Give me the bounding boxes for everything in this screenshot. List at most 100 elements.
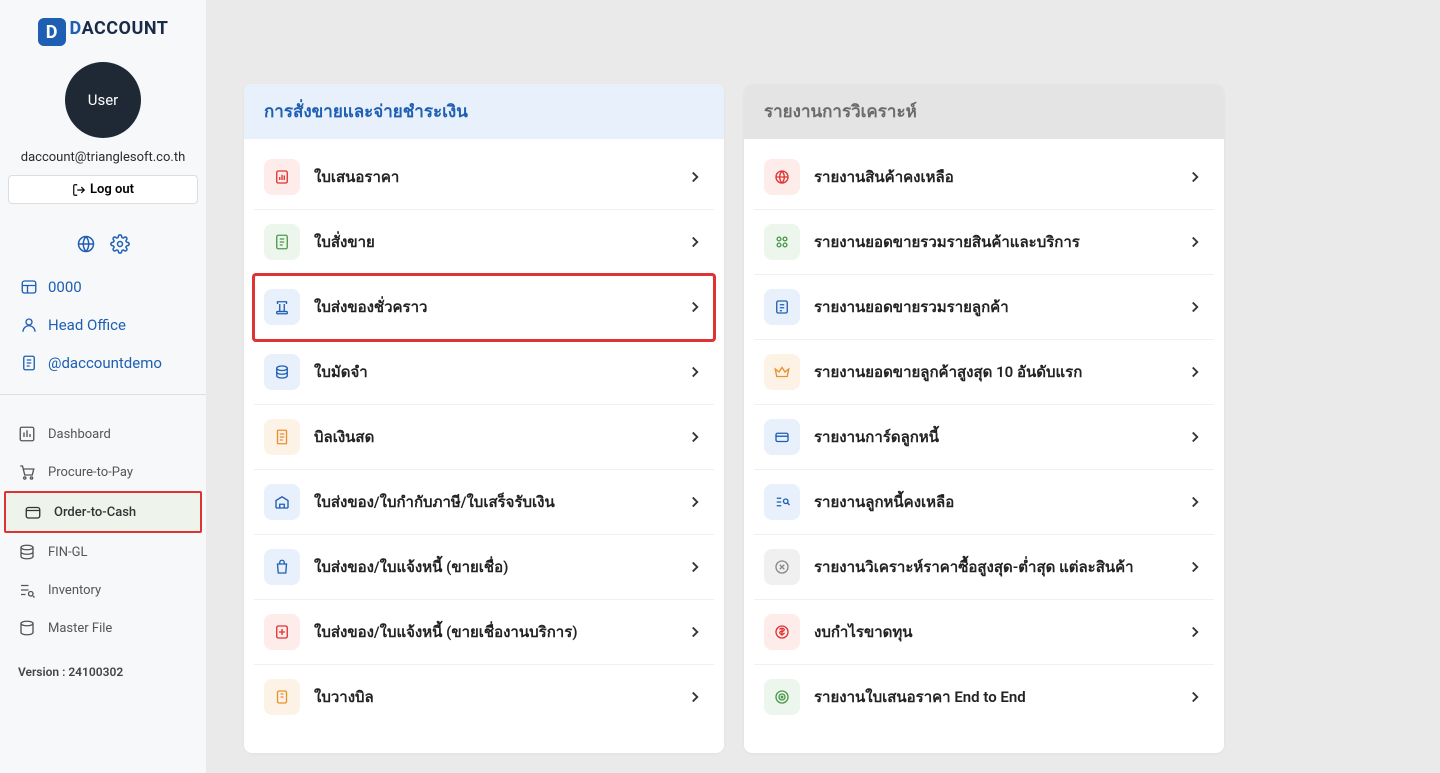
chevron-right-icon [686,493,704,511]
chart-icon [18,425,36,443]
card-label: รายงานยอดขายลูกค้าสูงสุด 10 อันดับแรก [814,360,1186,384]
card-delivery-invoice-service[interactable]: ใบส่งของ/ใบแจ้งหนี้ (ขายเชื่องานบริการ) [254,600,714,665]
card-label: รายงานการ์ดลูกหนี้ [814,425,1186,449]
chevron-right-icon [1186,428,1204,446]
card-label: รายงานวิเคราะห์ราคาซื้อสูงสุด-ต่ำสุด แต่… [814,555,1186,579]
card-price-analysis[interactable]: รายงานวิเคราะห์ราคาซื้อสูงสุด-ต่ำสุด แต่… [754,535,1214,600]
chevron-right-icon [1186,363,1204,381]
card-label: ใบส่งของ/ใบแจ้งหนี้ (ขายเชื่อ) [314,555,686,579]
user-email: daccount@trianglesoft.co.th [21,150,186,165]
card-quotation[interactable]: ใบเสนอราคา [254,145,714,210]
card-label: รายงานลูกหนี้คงเหลือ [814,490,1186,514]
crown-icon [764,354,800,390]
panel-reports-list: รายงานสินค้าคงเหลือ รายงานยอดขายรวมรายสิ… [744,139,1224,739]
card-temp-delivery[interactable]: ใบส่งของชั่วคราว [254,275,714,340]
chevron-right-icon [686,688,704,706]
chevron-right-icon [686,623,704,641]
globe-icon[interactable] [76,234,96,254]
chevron-right-icon [686,363,704,381]
logout-button[interactable]: Log out [8,175,198,204]
nav-order-to-cash[interactable]: Order-to-Cash [4,491,202,533]
cart-icon [18,463,36,481]
bag-icon [264,549,300,585]
chevron-right-icon [1186,688,1204,706]
card-label: รายงานยอดขายรวมรายสินค้าและบริการ [814,230,1186,254]
logo: D DACCOUNT [0,0,206,56]
chevron-right-icon [1186,493,1204,511]
nav-p2p-label: Procure-to-Pay [48,465,133,480]
card-label: ใบส่งของ/ใบแจ้งหนี้ (ขายเชื่องานบริการ) [314,620,686,644]
card-debtor-balance[interactable]: รายงานลูกหนี้คงเหลือ [754,470,1214,535]
nav-fingl-label: FIN-GL [48,545,87,560]
card-quotation-end-to-end[interactable]: รายงานใบเสนอราคา End to End [754,665,1214,729]
card-top10-customers[interactable]: รายงานยอดขายลูกค้าสูงสุด 10 อันดับแรก [754,340,1214,405]
card-sales-by-customer[interactable]: รายงานยอดขายรวมรายลูกค้า [754,275,1214,340]
chevron-right-icon [686,428,704,446]
wallet-icon [24,503,42,521]
nav-o2c-label: Order-to-Cash [54,505,136,520]
card-debtor-card[interactable]: รายงานการ์ดลูกหนี้ [754,405,1214,470]
card-cash-bill[interactable]: บิลเงินสด [254,405,714,470]
version-text: Version : 24100302 [0,647,206,697]
cash-bill-icon [264,419,300,455]
chevron-right-icon [1186,558,1204,576]
nav-master-file[interactable]: Master File [0,609,206,647]
nav-fin-gl[interactable]: FIN-GL [0,533,206,571]
meta-handle-label: @daccountdemo [48,354,162,372]
card-label: งบกำไรขาดทุน [814,620,1186,644]
chevron-right-icon [686,298,704,316]
card-profit-loss[interactable]: งบกำไรขาดทุน [754,600,1214,665]
nav-procure-to-pay[interactable]: Procure-to-Pay [0,453,206,491]
card-sales-by-product[interactable]: รายงานยอดขายรวมรายสินค้าและบริการ [754,210,1214,275]
card-label: ใบส่งของ/ใบกำกับภาษี/ใบเสร็จรับเงิน [314,490,686,514]
main-content: การสั่งขายและจ่ายชำระเงิน ใบเสนอราคา ใบส… [206,0,1440,773]
gear-icon[interactable] [110,234,130,254]
nav-dashboard[interactable]: Dashboard [0,415,206,453]
chevron-right-icon [686,558,704,576]
chevron-right-icon [1186,298,1204,316]
note-icon [764,289,800,325]
database-icon [18,619,36,637]
billing-icon [264,679,300,715]
meta-handle: @daccountdemo [20,344,186,382]
card-deposit[interactable]: ใบมัดจำ [254,340,714,405]
toolbar-icons [0,218,206,268]
nav-inventory[interactable]: Inventory [0,571,206,609]
card-label: ใบส่งของชั่วคราว [314,295,686,319]
card-label: ใบเสนอราคา [314,165,686,189]
service-icon [264,614,300,650]
card-delivery-tax-receipt[interactable]: ใบส่งของ/ใบกำกับภาษี/ใบเสร็จรับเงิน [254,470,714,535]
card-label: ใบสั่งขาย [314,230,686,254]
avatar[interactable]: User [65,62,141,138]
card-sales-order[interactable]: ใบสั่งขาย [254,210,714,275]
logout-icon [72,183,86,197]
card-delivery-invoice-credit[interactable]: ใบส่งของ/ใบแจ้งหนี้ (ขายเชื่อ) [254,535,714,600]
card-inventory-report[interactable]: รายงานสินค้าคงเหลือ [754,145,1214,210]
globe-icon [764,159,800,195]
user-icon [20,316,38,334]
grid-icon [764,224,800,260]
card-label: ใบมัดจำ [314,360,686,384]
card-label: รายงานสินค้าคงเหลือ [814,165,1186,189]
target-icon [764,679,800,715]
card-label: รายงานยอดขายรวมรายลูกค้า [814,295,1186,319]
nav-dashboard-label: Dashboard [48,427,111,442]
window-icon [20,278,38,296]
panel-reports-header: รายงานการวิเคราะห์ [744,84,1224,139]
deposit-icon [264,354,300,390]
coins-icon [18,543,36,561]
card-label: ใบวางบิล [314,685,686,709]
sidebar: D DACCOUNT User daccount@trianglesoft.co… [0,0,206,773]
document-icon [20,354,38,372]
nav-master-label: Master File [48,621,112,636]
meta-office: Head Office [20,306,186,344]
panel-reports: รายงานการวิเคราะห์ รายงานสินค้าคงเหลือ ร… [744,84,1224,753]
temp-delivery-icon [264,289,300,325]
panel-orders: การสั่งขายและจ่ายชำระเงิน ใบเสนอราคา ใบส… [244,84,724,753]
card-icon [764,419,800,455]
card-billing-note[interactable]: ใบวางบิล [254,665,714,729]
nav-list: Dashboard Procure-to-Pay Order-to-Cash F… [0,395,206,647]
chevron-right-icon [686,168,704,186]
meta-code: 0000 [20,268,186,306]
logo-icon: D [38,18,66,46]
